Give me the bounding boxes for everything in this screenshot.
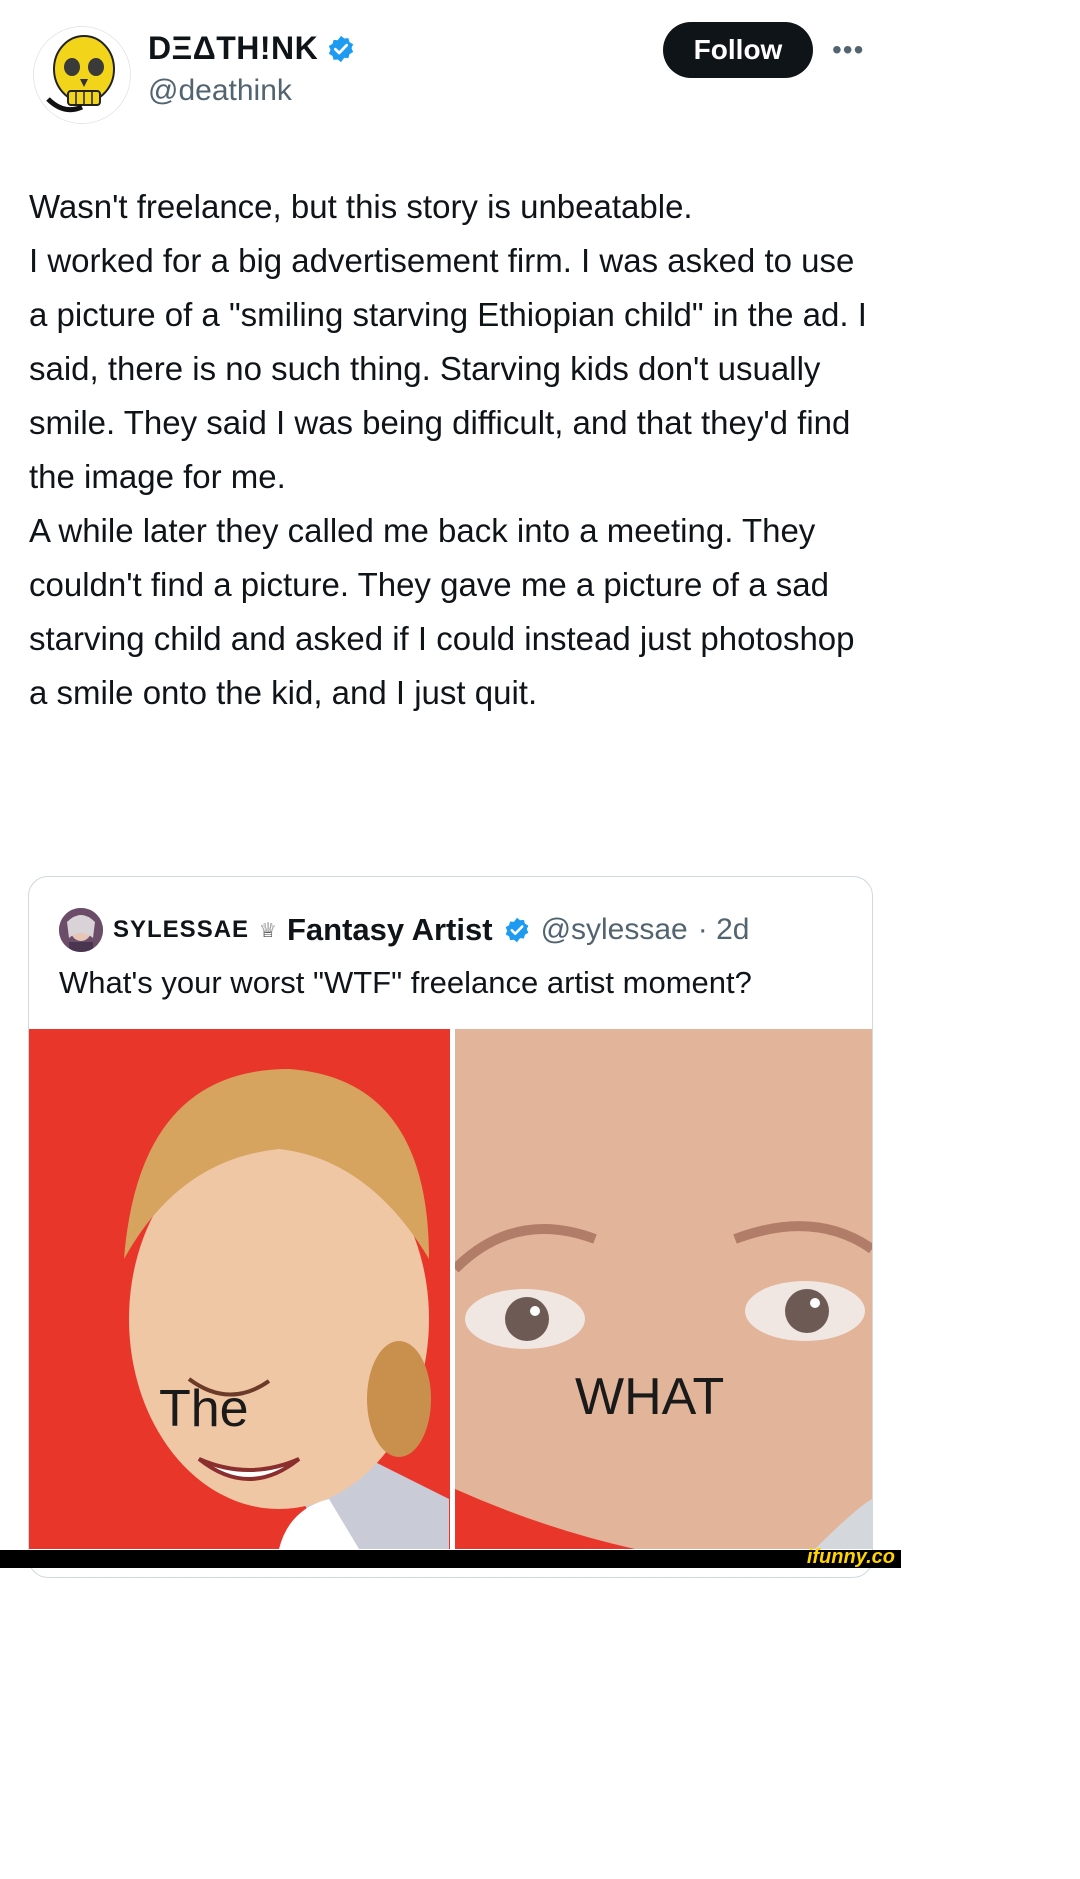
quoted-post-media[interactable]: The WHAT [29,1029,872,1549]
author-display-name-row[interactable]: DΞΔTH!NK [148,30,356,67]
post-paragraph: I worked for a big advertisement firm. I… [29,242,867,495]
post-body: Wasn't freelance, but this story is unbe… [29,180,879,720]
meme-image-right[interactable]: WHAT [455,1029,872,1549]
follow-button[interactable]: Follow [663,22,813,78]
author-avatar[interactable] [33,26,131,124]
quoted-post-time[interactable]: · 2d [698,913,750,947]
quoted-author-avatar[interactable] [59,908,103,952]
quoted-author-name[interactable]: Fantasy Artist [287,912,493,948]
more-options-icon[interactable]: ••• [832,34,864,66]
meme-caption-right: WHAT [575,1368,725,1426]
closeup-face-image [455,1029,872,1549]
author-display-name[interactable]: DΞΔTH!NK [148,30,318,67]
skull-avatar-icon [34,27,130,123]
quoted-post-header: SYLESSAE ♕ Fantasy Artist @sylessae · 2d [59,907,749,953]
quoted-author-name-prefix[interactable]: SYLESSAE [113,916,249,944]
post-paragraph: A while later they called me back into a… [29,512,855,711]
author-handle[interactable]: @deathink [148,74,292,108]
portrait-avatar-icon [59,908,103,952]
quoted-post-card[interactable]: SYLESSAE ♕ Fantasy Artist @sylessae · 2d… [28,876,873,1578]
verified-badge-icon [505,917,528,943]
quoted-author-handle[interactable]: @sylessae [541,913,688,947]
quoted-post-text: What's your worst "WTF" freelance artist… [59,965,752,1000]
meme-caption-left: The [159,1380,249,1438]
smiling-woman-image [29,1029,450,1549]
post-paragraph: Wasn't freelance, but this story is unbe… [29,188,693,225]
verified-badge-icon [329,35,354,62]
footer-bar: ifunny.co [0,1546,901,1568]
watermark-logo: ifunny.co [806,1546,895,1568]
crown-icon: ♕ [259,919,277,942]
meme-image-left[interactable]: The [29,1029,450,1549]
